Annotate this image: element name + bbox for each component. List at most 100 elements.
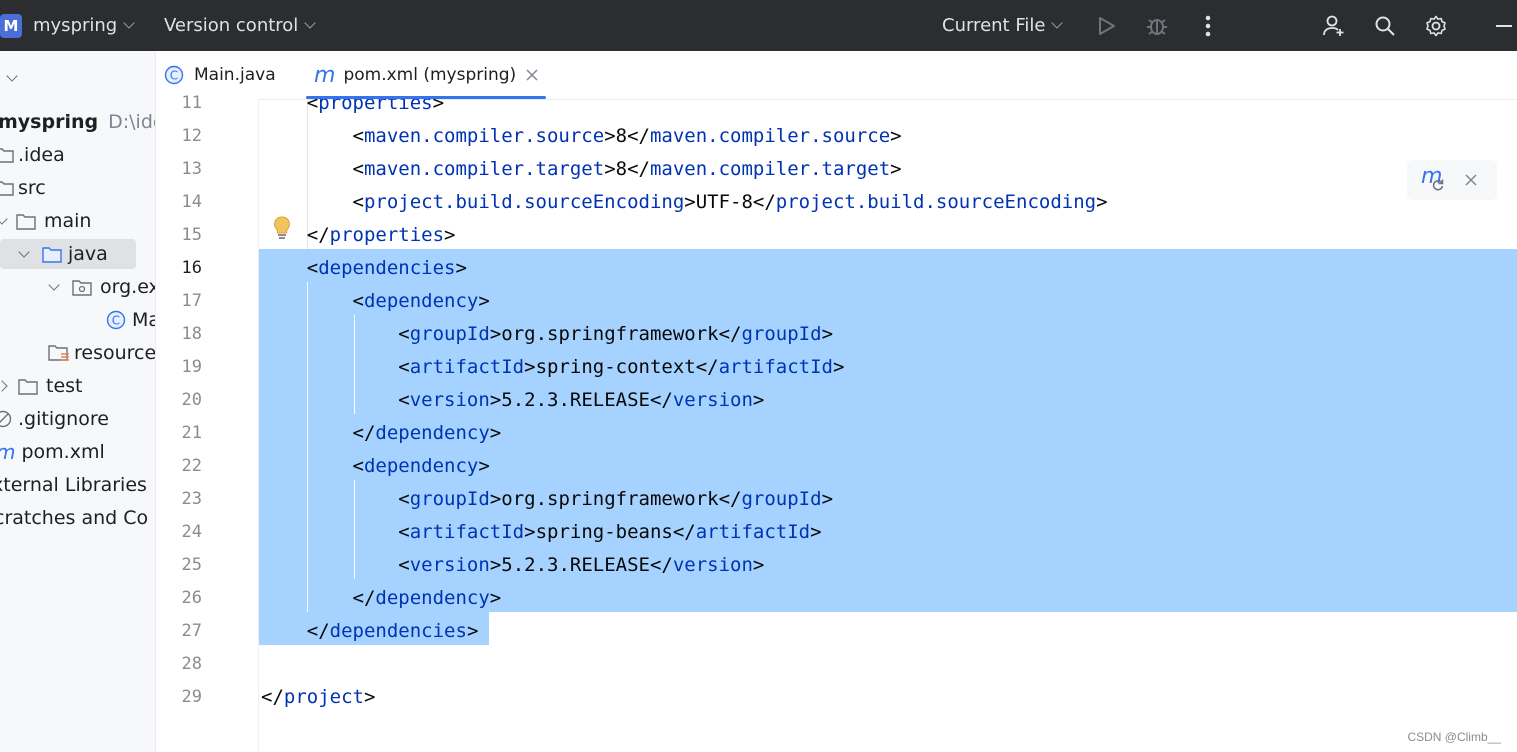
xml-text: >5.2.3.RELEASE</: [489, 554, 673, 576]
class-icon: C: [164, 65, 184, 85]
line-number: 16: [181, 258, 202, 278]
line-number: 22: [181, 456, 202, 476]
xml-text: >: [832, 356, 845, 378]
line-number: 18: [181, 324, 202, 344]
line-number: 25: [181, 555, 202, 575]
xml-text: >: [890, 125, 902, 147]
xml-text: </: [352, 587, 376, 609]
tree-item-resources[interactable]: resource: [48, 338, 156, 368]
tree-item-src[interactable]: src: [0, 173, 46, 203]
code-line: <maven.compiler.target>8</maven.compiler…: [261, 153, 902, 186]
tree-item-pom[interactable]: m pom.xml: [0, 437, 105, 467]
xml-text: <: [398, 488, 410, 510]
xml-tag-name: dependency: [375, 422, 490, 444]
line-number: 19: [181, 357, 202, 377]
xml-text: <: [352, 158, 364, 180]
xml-tag-name: version: [409, 389, 490, 411]
class-icon: C: [106, 310, 126, 330]
tree-item-gitignore[interactable]: .gitignore: [0, 404, 109, 434]
xml-text: >org.springframework</: [489, 488, 742, 510]
xml-text: </: [306, 620, 330, 642]
xml-tag-name: groupId: [741, 323, 822, 345]
tab-label: pom.xml (myspring): [343, 65, 517, 85]
maven-reload-icon[interactable]: m: [1419, 164, 1447, 192]
code-line: </dependency>: [261, 582, 502, 615]
ignore-file-icon: [0, 410, 12, 428]
folder-icon: [18, 378, 38, 395]
folder-icon: [0, 148, 14, 163]
xml-tag-name: properties: [329, 224, 445, 246]
add-user-icon[interactable]: [1320, 12, 1348, 40]
more-icon[interactable]: [1194, 12, 1222, 40]
tree-item-main-class[interactable]: C Ma: [106, 305, 155, 335]
vcs-selector[interactable]: Version control: [164, 0, 316, 51]
debug-icon[interactable]: [1143, 12, 1171, 40]
chevron-down-icon: [0, 213, 8, 225]
watermark: CSDN @Climb__: [1407, 730, 1501, 744]
xml-tag-name: maven.compiler.source: [649, 125, 891, 147]
tree-item-main[interactable]: main: [0, 206, 91, 236]
tree-item-java[interactable]: java: [0, 239, 136, 269]
tree-item-scratches[interactable]: cratches and Co: [0, 503, 148, 533]
code-line: <project.build.sourceEncoding>UTF-8</pro…: [261, 186, 1108, 219]
close-icon[interactable]: [526, 69, 538, 81]
project-path-hint: D:\idea: [108, 111, 155, 133]
settings-icon[interactable]: [1422, 12, 1450, 40]
tree-item-label: resource: [74, 342, 156, 364]
xml-text: >5.2.3.RELEASE</: [489, 389, 673, 411]
xml-tag-name: maven.compiler.target: [649, 158, 891, 180]
code-line: </dependency>: [261, 417, 502, 450]
maven-icon: m: [0, 440, 15, 464]
code-line: <version>5.2.3.RELEASE</version>: [261, 549, 764, 582]
project-badge-icon[interactable]: M: [0, 14, 22, 38]
code-line: <artifactId>spring-context</artifactId>: [261, 351, 844, 384]
tab-pom-xml[interactable]: m pom.xml (myspring): [306, 51, 547, 99]
xml-text: >: [752, 554, 765, 576]
xml-text: </: [306, 224, 330, 246]
tree-item-idea[interactable]: .idea: [0, 140, 65, 170]
code-line: <version>5.2.3.RELEASE</version>: [261, 384, 764, 417]
xml-tag-name: dependencies: [318, 257, 456, 279]
xml-text: >: [455, 257, 467, 279]
close-icon[interactable]: [1465, 174, 1477, 186]
code-line: </dependencies>: [261, 615, 479, 648]
line-number: 29: [181, 687, 202, 707]
line-number: 28: [181, 654, 202, 674]
tree-item-label: main: [44, 210, 92, 232]
tree-item-label: xternal Libraries: [0, 474, 147, 496]
tree-item-test[interactable]: test: [0, 371, 83, 401]
minimize-icon[interactable]: [1490, 12, 1517, 40]
line-number: 17: [181, 291, 202, 311]
xml-tag-name: project.build.sourceEncoding: [775, 191, 1097, 213]
xml-tag-name: project.build.sourceEncoding: [363, 191, 685, 213]
xml-tag-name: artifactId: [409, 521, 525, 543]
run-icon[interactable]: [1092, 12, 1120, 40]
tree-item-project-root[interactable]: myspring D:\idea: [0, 107, 155, 137]
tree-item-label: test: [46, 375, 83, 397]
tree-item-package[interactable]: org.ex: [48, 272, 155, 302]
xml-text: >: [489, 422, 502, 444]
xml-text: >8</: [604, 158, 650, 180]
run-config-selector[interactable]: Current File: [942, 0, 1064, 51]
line-number: 24: [181, 522, 202, 542]
tree-item-label: cratches and Co: [0, 507, 149, 529]
xml-tag-name: dependency: [363, 455, 479, 477]
project-selector[interactable]: myspring: [33, 0, 135, 51]
line-number: 15: [181, 225, 202, 245]
xml-text: <: [398, 356, 410, 378]
maven-reload-popup: m: [1407, 160, 1497, 200]
search-icon[interactable]: [1371, 12, 1399, 40]
chevron-right-icon: [0, 380, 8, 392]
line-number: 26: [181, 588, 202, 608]
tree-item-external-libraries[interactable]: xternal Libraries: [0, 470, 147, 500]
line-number: 12: [181, 126, 202, 146]
code-line: </project>: [261, 681, 375, 714]
project-tree: myspring D:\idea .idea src main java org…: [0, 51, 156, 752]
resources-folder-icon: [48, 345, 69, 361]
xml-text: <: [398, 521, 410, 543]
xml-tag-name: maven.compiler.target: [363, 158, 605, 180]
xml-tag-name: maven.compiler.source: [363, 125, 605, 147]
tree-collapse-toggle[interactable]: [6, 63, 18, 93]
code-editor[interactable]: <properties> <maven.compiler.source>8</m…: [259, 99, 1517, 752]
folder-icon: [0, 181, 14, 196]
